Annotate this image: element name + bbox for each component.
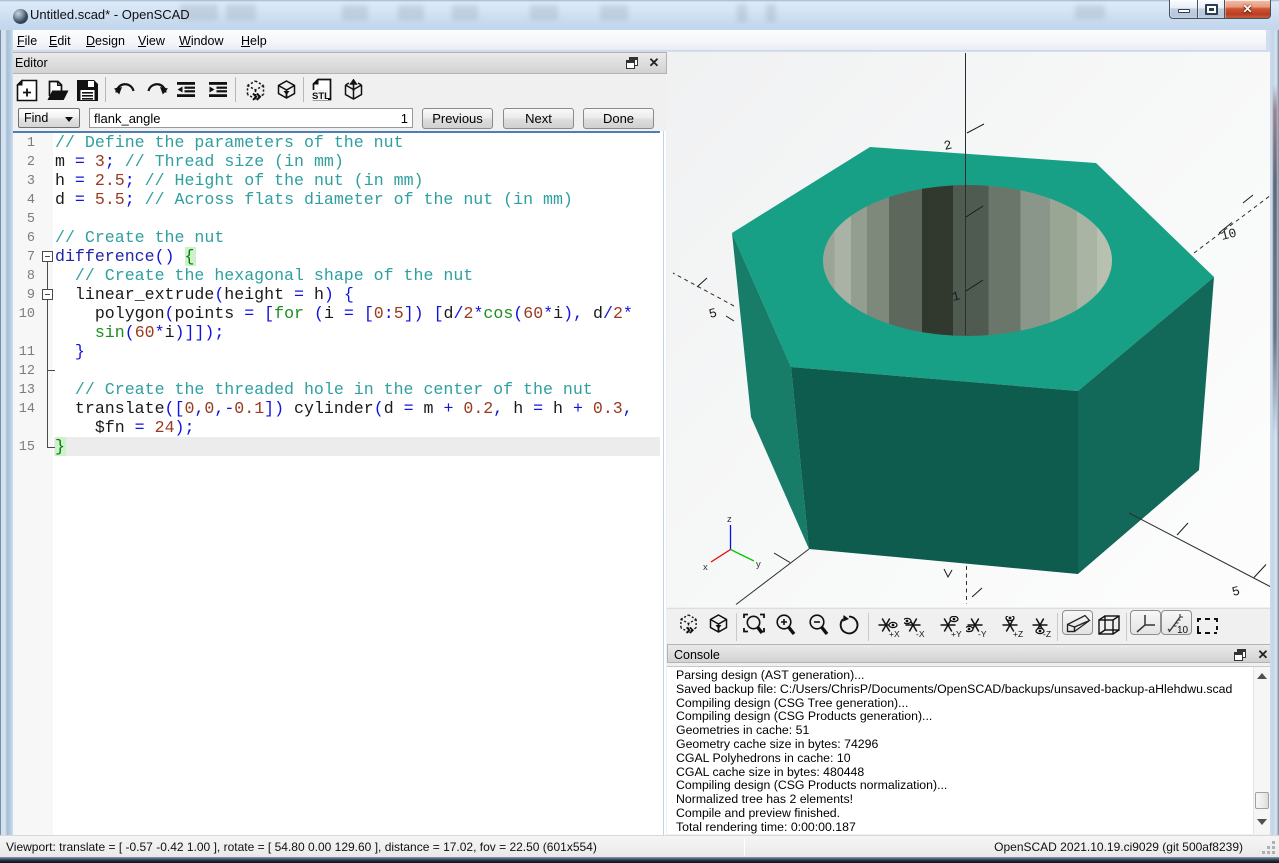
svg-text:-Z: -Z: [1043, 629, 1051, 638]
svg-text:10: 10: [1177, 625, 1189, 635]
svg-text:STL: STL: [312, 91, 330, 101]
svg-text:-X: -X: [916, 629, 925, 638]
svg-text:x: x: [703, 562, 708, 573]
svg-text:z: z: [727, 514, 732, 525]
svg-text:-Y: -Y: [978, 629, 987, 638]
svg-text:+X: +X: [889, 629, 900, 638]
svg-text:+Z: +Z: [1013, 629, 1023, 638]
svg-text:y: y: [756, 559, 761, 570]
svg-text:+Y: +Y: [951, 629, 962, 638]
